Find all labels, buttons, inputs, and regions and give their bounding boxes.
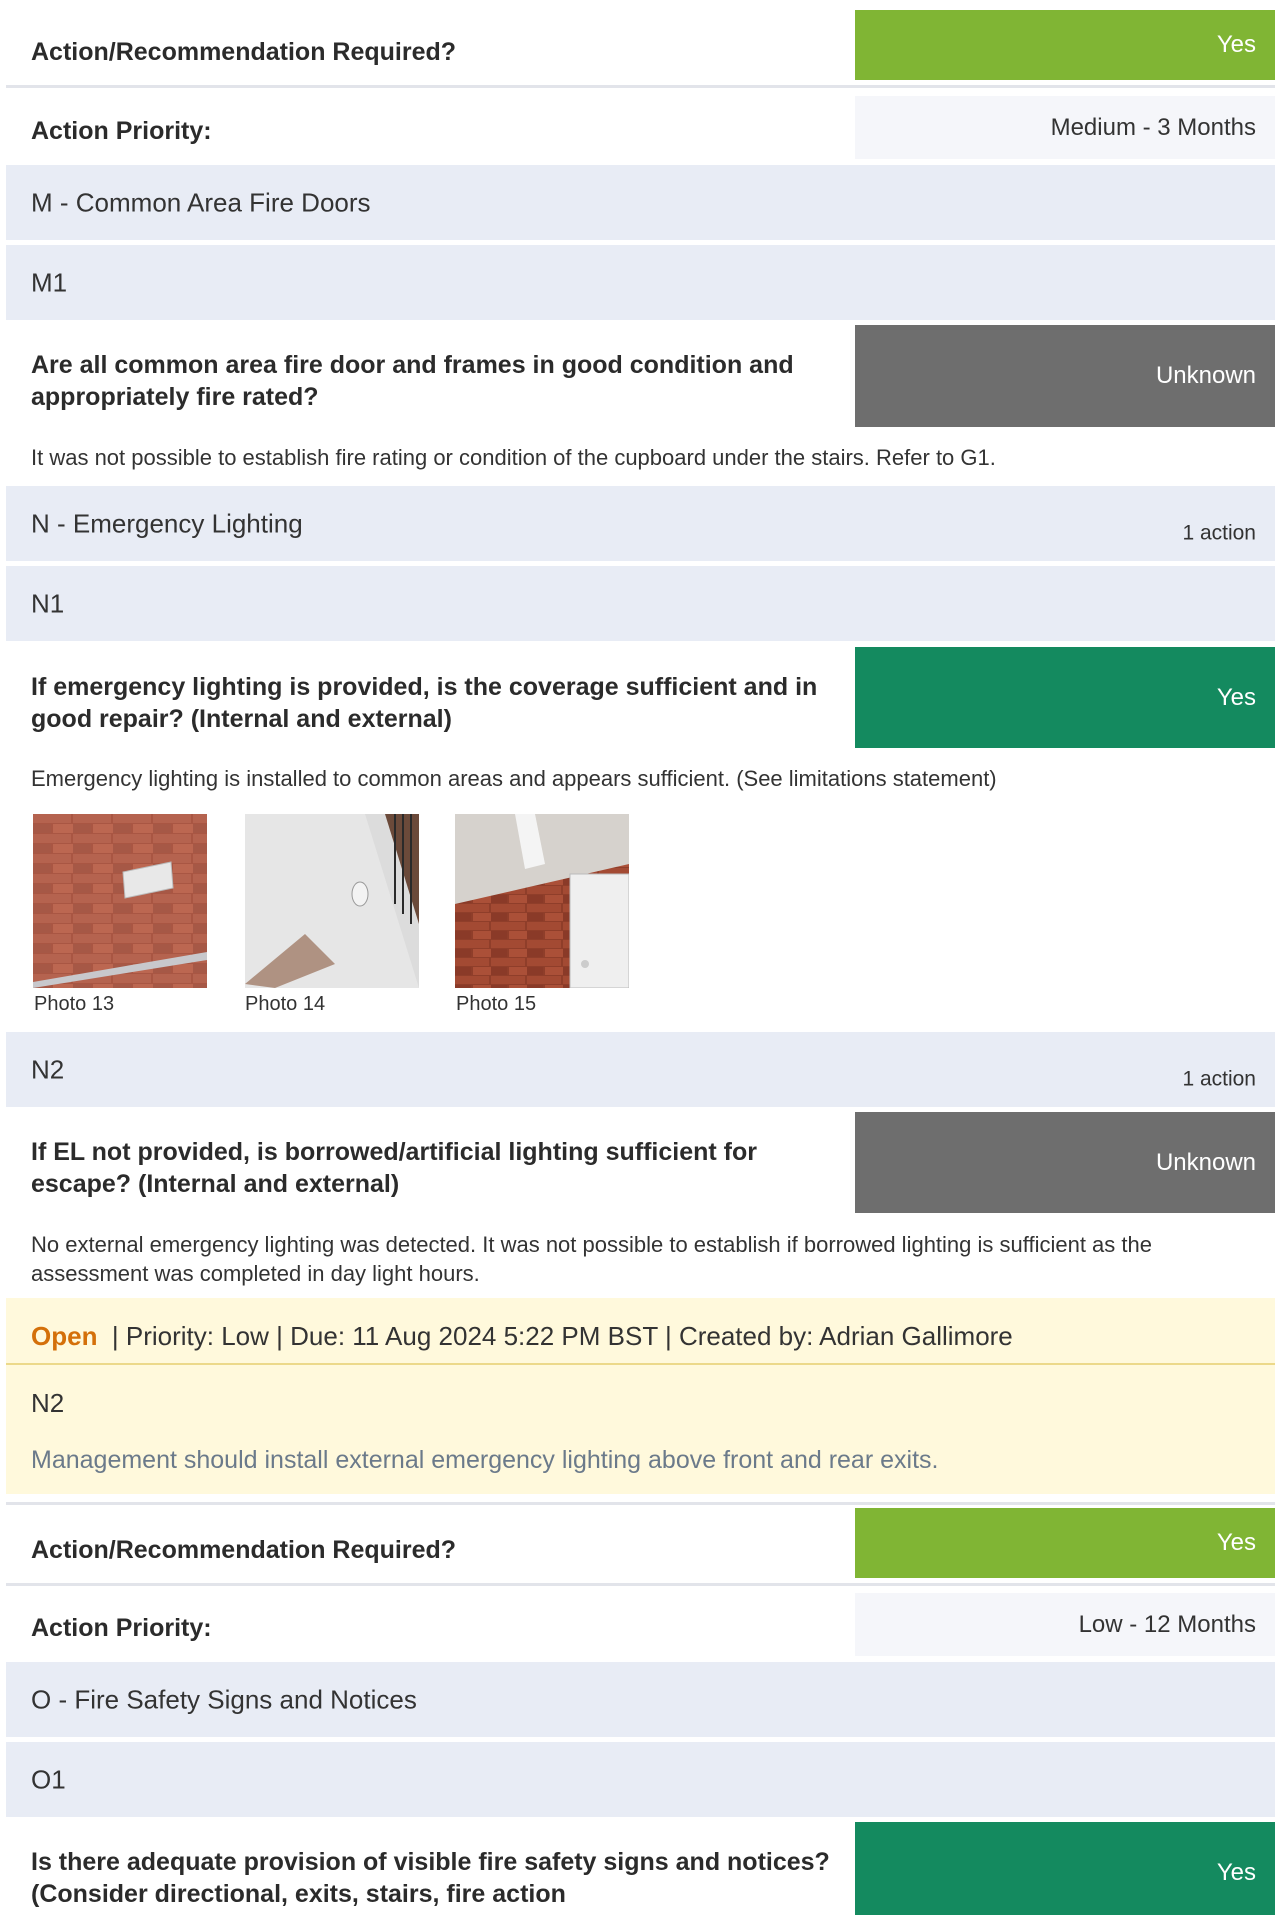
action-text: Management should install external emerg…	[31, 1446, 939, 1474]
subsection-header-n2[interactable]: N2 1 action	[6, 1032, 1275, 1107]
action-ref: N2	[31, 1388, 65, 1418]
photo-13-label: Photo 13	[34, 993, 115, 1015]
action-card[interactable]: Open | Priority: Low | Due: 11 Aug 2024 …	[6, 1298, 1275, 1494]
question-note: No external emergency lighting was detec…	[31, 1232, 1152, 1286]
answer-text: Yes	[1216, 683, 1256, 711]
action-required-question: Action/Recommendation Required?	[31, 38, 457, 66]
action-priority-answer: Low - 12 Months	[855, 1593, 1275, 1656]
question-text: Are all common area fire door and frames…	[31, 351, 794, 411]
photo-15-thumbnail[interactable]	[455, 814, 629, 988]
question-text: If EL not provided, is borrowed/artifici…	[31, 1138, 757, 1198]
answer-badge: Unknown	[855, 325, 1275, 427]
answer-text: Yes	[1216, 1529, 1256, 1556]
action-required-question: Action/Recommendation Required?	[31, 1536, 457, 1564]
question-o1-row: Is there adequate provision of visible f…	[6, 1822, 1275, 1915]
divider	[6, 1502, 1275, 1505]
section-header-m[interactable]: M - Common Area Fire Doors	[6, 165, 1275, 240]
photo-13-thumbnail[interactable]	[33, 814, 207, 988]
section-title: M - Common Area Fire Doors	[31, 187, 371, 217]
report-page: Action/Recommendation Required? Yes Acti…	[0, 0, 1275, 1915]
subsection-title: M1	[31, 267, 68, 297]
subsection-header-m1[interactable]: M1	[6, 245, 1275, 320]
brick-wall-photo-icon	[33, 814, 207, 988]
section-header-o[interactable]: O - Fire Safety Signs and Notices	[6, 1662, 1275, 1737]
question-text: Is there adequate provision of visible f…	[31, 1848, 830, 1908]
question-n2-row: If EL not provided, is borrowed/artifici…	[6, 1112, 1275, 1213]
answer-badge: Yes	[855, 1822, 1275, 1915]
action-meta-line: Open | Priority: Low | Due: 11 Aug 2024 …	[31, 1321, 1013, 1352]
answer-badge: Yes	[855, 647, 1275, 748]
answer-text: Unknown	[1155, 362, 1256, 389]
question-note: It was not possible to establish fire ra…	[31, 445, 996, 470]
action-count: 1 action	[1182, 521, 1256, 545]
action-priority-row: Action Priority: Low - 12 Months	[6, 1593, 1275, 1658]
answer-text: Unknown	[1155, 1148, 1256, 1176]
question-text: If emergency lighting is provided, is th…	[31, 673, 818, 733]
answer-text: Low - 12 Months	[1078, 1610, 1256, 1638]
answer-badge: Unknown	[855, 1112, 1275, 1213]
action-priority-question: Action Priority:	[31, 117, 212, 145]
action-status: Open	[31, 1321, 98, 1351]
subsection-title: N2	[31, 1054, 65, 1084]
action-required-row: Action/Recommendation Required? Yes	[6, 1508, 1275, 1586]
section-title: N - Emergency Lighting	[31, 508, 303, 538]
action-count: 1 action	[1182, 1067, 1256, 1091]
action-priority-question: Action Priority:	[31, 1614, 212, 1642]
section-header-n[interactable]: N - Emergency Lighting 1 action	[6, 486, 1275, 561]
action-required-row: Action/Recommendation Required? Yes	[6, 10, 1275, 88]
subsection-title: O1	[31, 1764, 66, 1794]
question-m1-row: Are all common area fire door and frames…	[6, 325, 1275, 427]
answer-text: Yes	[1216, 1858, 1256, 1886]
answer-text: Medium - 3 Months	[1050, 113, 1256, 141]
subsection-title: N1	[31, 588, 65, 618]
action-priority-answer: Medium - 3 Months	[855, 96, 1275, 159]
subsection-header-n1[interactable]: N1	[6, 566, 1275, 641]
photo-15-label: Photo 15	[456, 993, 537, 1015]
ceiling-light-photo-icon	[245, 814, 419, 988]
subsection-header-o1[interactable]: O1	[6, 1742, 1275, 1817]
answer-text: Yes	[1216, 31, 1256, 58]
action-required-answer: Yes	[855, 1508, 1275, 1578]
photo-14-thumbnail[interactable]	[245, 814, 419, 988]
section-title: O - Fire Safety Signs and Notices	[31, 1684, 417, 1714]
wall-light-photo-icon	[455, 814, 629, 988]
action-divider	[6, 1363, 1275, 1365]
action-priority-row: Action Priority: Medium - 3 Months	[6, 96, 1275, 161]
question-n1-row: If emergency lighting is provided, is th…	[6, 647, 1275, 748]
action-required-answer: Yes	[855, 10, 1275, 80]
action-meta: | Priority: Low | Due: 11 Aug 2024 5:22 …	[111, 1321, 1013, 1351]
photo-14-label: Photo 14	[245, 993, 326, 1015]
question-note: Emergency lighting is installed to commo…	[31, 766, 997, 791]
